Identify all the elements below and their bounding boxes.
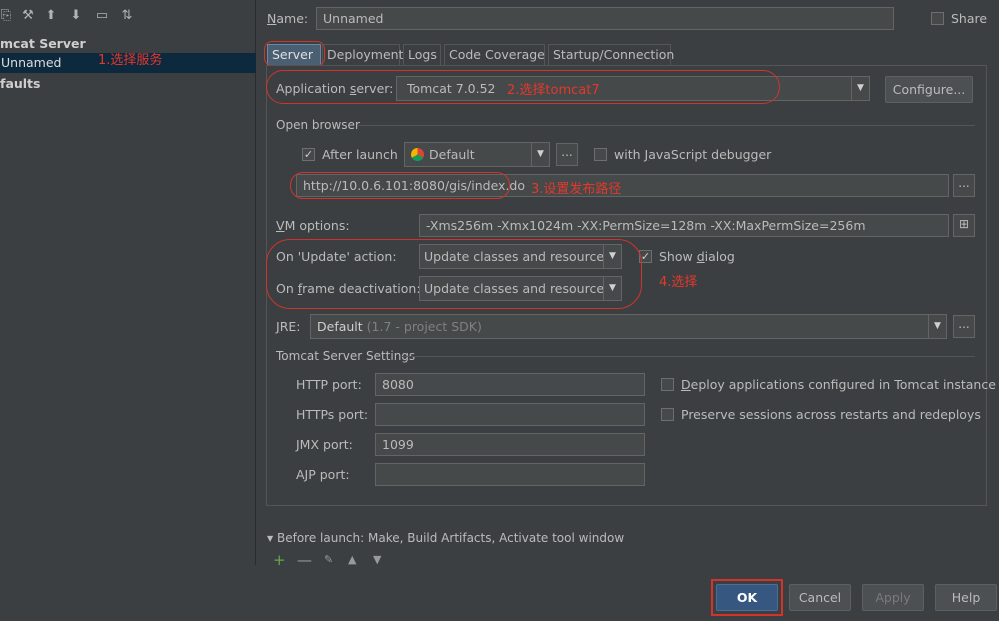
deploy-apps-label: Deploy applications configured in Tomcat… xyxy=(681,377,996,392)
jmx-port-input[interactable]: 1099 xyxy=(375,433,645,456)
chrome-icon xyxy=(411,148,424,161)
expand-icon[interactable]: ⊞ xyxy=(953,214,975,237)
edit-defaults-icon[interactable]: ⚒ xyxy=(20,8,36,24)
app-server-label: Application server: xyxy=(276,81,394,96)
ajp-port-label: AJP port: xyxy=(296,467,350,482)
tomcat-settings-title: Tomcat Server Settings xyxy=(276,349,416,363)
tab-server[interactable]: Server xyxy=(267,44,321,65)
annotation-select-service: 1.选择服务 xyxy=(98,53,163,68)
group-divider xyxy=(357,125,975,126)
remove-icon[interactable]: — xyxy=(297,551,312,569)
preserve-sessions-checkbox[interactable] xyxy=(661,408,674,421)
show-dialog-checkbox[interactable]: ✓ xyxy=(639,250,652,263)
update-action-combo[interactable]: Update classes and resources ▼ xyxy=(419,244,622,269)
jre-browse-button[interactable]: ... xyxy=(953,315,975,338)
after-launch-label: After launch xyxy=(322,147,398,162)
tree-toolbar: ⎘ ⚒ ⬆ ⬇ ▭ ⇅ xyxy=(0,0,256,34)
before-launch-section[interactable]: ▼ Before launch: Make, Build Artifacts, … xyxy=(267,531,624,545)
tree-item-defaults[interactable]: faults xyxy=(0,74,256,94)
chevron-down-icon[interactable]: ▼ xyxy=(603,277,621,300)
after-launch-checkbox[interactable]: ✓ xyxy=(302,148,315,161)
ajp-port-input[interactable] xyxy=(375,463,645,486)
chevron-down-icon[interactable]: ▼ xyxy=(531,143,549,166)
share-label: Share xyxy=(951,11,988,26)
move-up-icon[interactable]: ⬆ xyxy=(43,8,59,24)
ok-button[interactable]: OK xyxy=(716,584,778,611)
apply-button[interactable]: Apply xyxy=(862,584,924,611)
share-checkbox[interactable] xyxy=(931,12,944,25)
http-port-input[interactable]: 8080 xyxy=(375,373,645,396)
url-input[interactable]: http://10.0.6.101:8080/gis/index.do xyxy=(296,174,949,197)
tab-startup-connection[interactable]: Startup/Connection xyxy=(548,44,674,65)
move-up-icon[interactable]: ▲ xyxy=(348,553,356,566)
preserve-sessions-label: Preserve sessions across restarts and re… xyxy=(681,407,981,422)
frame-deactivation-label: On frame deactivation: xyxy=(276,281,421,296)
open-browser-title: Open browser xyxy=(276,118,360,132)
cancel-button[interactable]: Cancel xyxy=(789,584,851,611)
annotation-set-path: 3.设置发布路径 xyxy=(531,182,622,197)
vm-options-input[interactable]: -Xms256m -Xmx1024m -XX:PermSize=128m -XX… xyxy=(419,214,949,237)
help-button[interactable]: Help xyxy=(935,584,997,611)
browser-combo[interactable]: Default ▼ xyxy=(404,142,550,167)
edit-icon[interactable]: ✎ xyxy=(324,553,333,566)
annotation-select: 4.选择 xyxy=(659,275,698,290)
copy-config-icon[interactable]: ⎘ xyxy=(0,8,14,24)
js-debugger-checkbox[interactable] xyxy=(594,148,607,161)
collapse-triangle-icon[interactable]: ▼ xyxy=(267,534,273,543)
name-label: Name: xyxy=(267,11,309,26)
tab-deployment[interactable]: Deployment xyxy=(322,44,403,65)
chevron-down-icon[interactable]: ▼ xyxy=(851,77,869,100)
browser-settings-button[interactable]: ... xyxy=(556,143,578,166)
tab-logs[interactable]: Logs xyxy=(403,44,441,65)
jre-combo[interactable]: Default (1.7 - project SDK) ▼ xyxy=(310,314,947,339)
chevron-down-icon[interactable]: ▼ xyxy=(928,315,946,338)
sort-az-icon[interactable]: ⇅ xyxy=(119,8,135,24)
add-icon[interactable]: + xyxy=(273,551,286,569)
group-divider xyxy=(402,356,975,357)
url-expand-button[interactable]: ... xyxy=(953,174,975,197)
chevron-down-icon[interactable]: ▼ xyxy=(603,245,621,268)
tab-code-coverage[interactable]: Code Coverage xyxy=(444,44,545,65)
vm-options-label: VM options: xyxy=(276,218,350,233)
name-input[interactable]: Unnamed xyxy=(316,7,894,30)
update-action-label: On 'Update' action: xyxy=(276,249,397,264)
move-down-icon[interactable]: ▼ xyxy=(373,553,381,566)
jre-label: JRE: xyxy=(276,319,301,334)
show-dialog-label: Show dialog xyxy=(659,249,735,264)
move-down-icon[interactable]: ⬇ xyxy=(68,8,84,24)
run-config-tree-panel: ⎘ ⚒ ⬆ ⬇ ▭ ⇅ mcat Server Unnamed faults 1… xyxy=(0,0,256,565)
https-port-input[interactable] xyxy=(375,403,645,426)
frame-deactivation-combo[interactable]: Update classes and resources ▼ xyxy=(419,276,622,301)
jmx-port-label: JMX port: xyxy=(296,437,353,452)
deploy-apps-checkbox[interactable] xyxy=(661,378,674,391)
folder-icon[interactable]: ▭ xyxy=(94,8,110,24)
https-port-label: HTTPs port: xyxy=(296,407,369,422)
configure-button[interactable]: Configure... xyxy=(885,76,973,103)
app-server-combo[interactable]: Tomcat 7.0.52 ▼ xyxy=(396,76,870,101)
annotation-select-tomcat: 2.选择tomcat7 xyxy=(507,83,600,98)
js-debugger-label: with JavaScript debugger xyxy=(614,147,772,162)
http-port-label: HTTP port: xyxy=(296,377,362,392)
